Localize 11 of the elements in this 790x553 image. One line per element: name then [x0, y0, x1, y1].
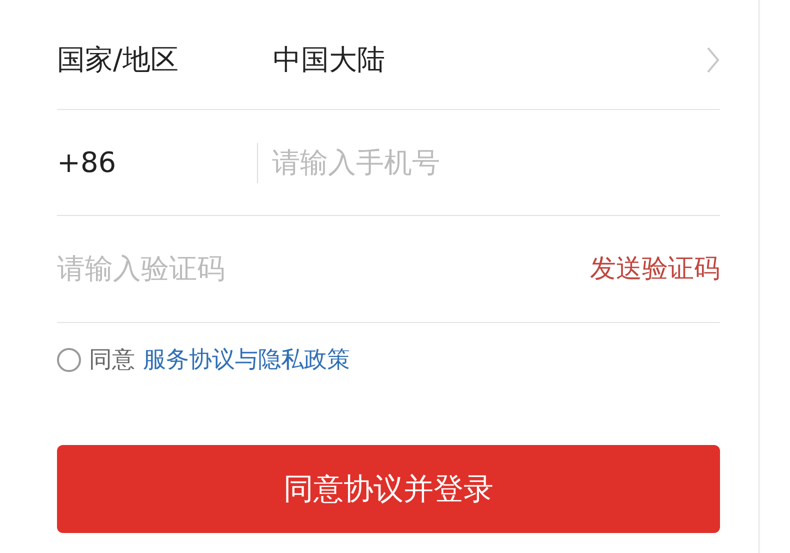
region-value[interactable]: 中国大陆	[273, 38, 385, 80]
agreement-link[interactable]: 服务协议与隐私政策	[143, 342, 350, 378]
phone-input-field[interactable]: 请输入手机号	[272, 142, 720, 184]
country-code[interactable]: +86	[57, 142, 257, 184]
agree-checkbox[interactable]	[57, 348, 81, 372]
send-code-button[interactable]: 发送验证码	[590, 250, 720, 288]
code-input-field[interactable]: 请输入验证码	[57, 248, 590, 290]
region-label: 国家/地区	[57, 42, 180, 78]
chevron-right-icon[interactable]	[706, 46, 720, 74]
login-button[interactable]: 同意协议并登录	[57, 445, 720, 533]
agree-label: 同意	[89, 346, 135, 375]
